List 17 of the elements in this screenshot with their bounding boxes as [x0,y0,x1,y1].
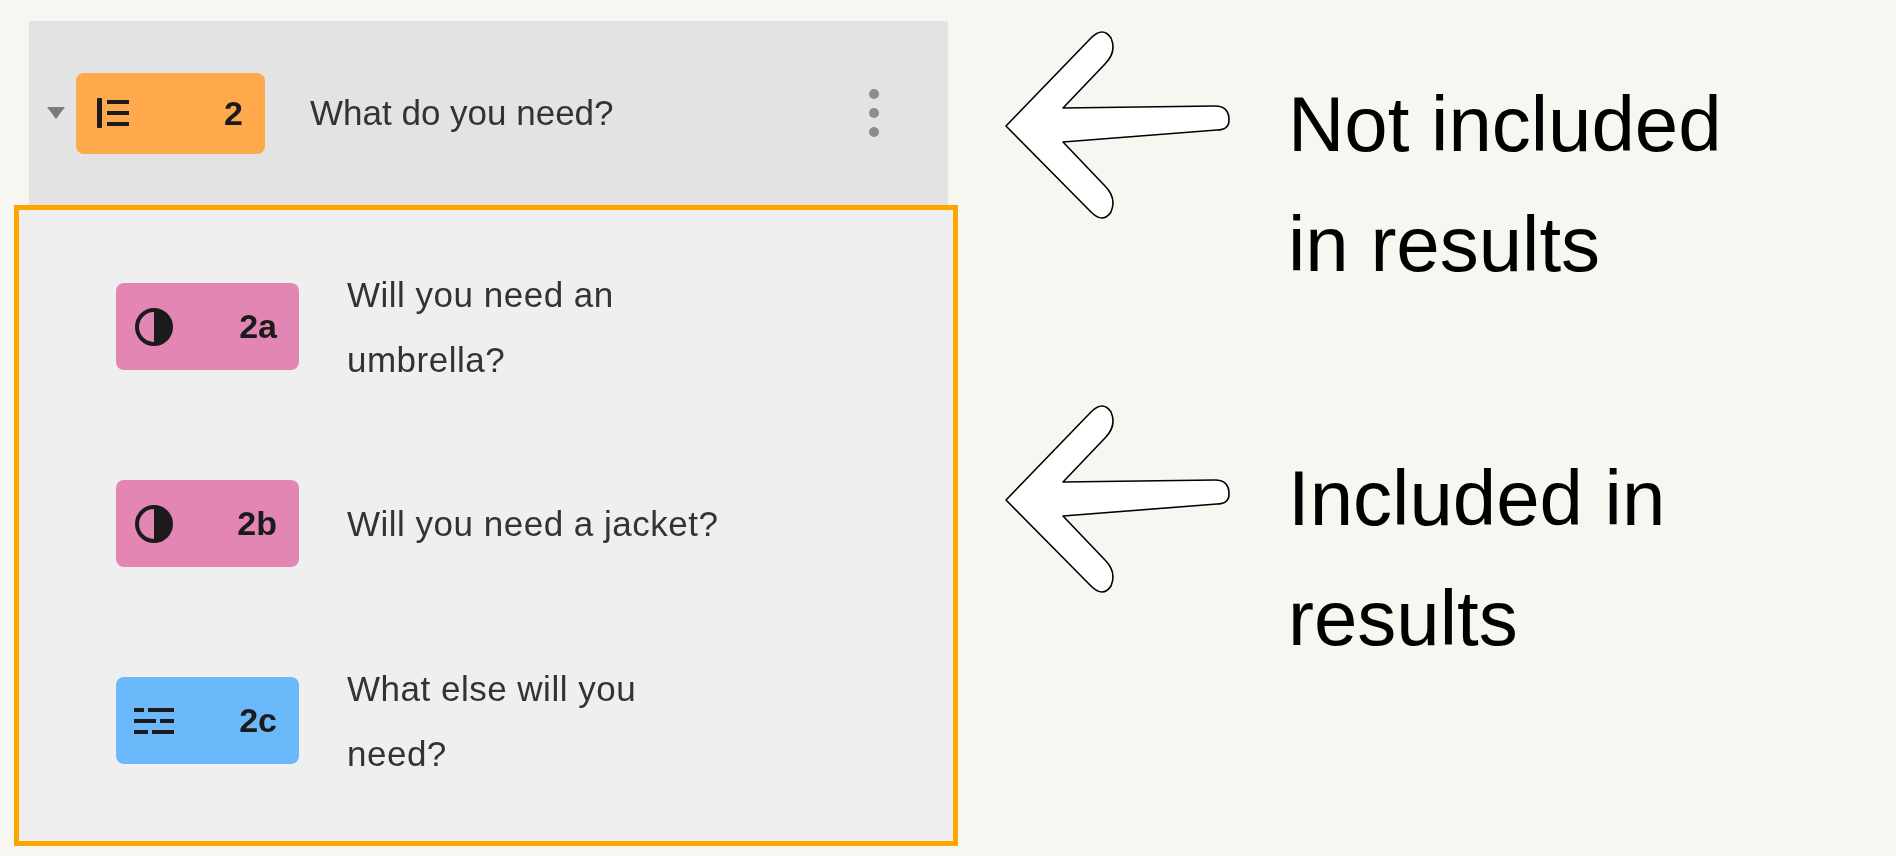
annotation-text: Included in results [1288,453,1667,664]
half-circle-icon [134,503,174,544]
question-title: Will you need an umbrella? [347,273,615,381]
annotation-text: Not included in results [1288,79,1723,290]
question-title: What do you need? [310,93,615,133]
question-number: 2b [237,504,277,543]
question-title: Will you need a jacket? [347,503,719,545]
half-circle-icon [134,306,174,347]
dashed-lines-icon [134,706,174,735]
list-icon [96,97,132,129]
question-group-header[interactable]: 2 What do you need? [29,21,948,205]
question-title: What else will you need? [347,667,638,775]
question-number: 2 [224,93,243,133]
more-options-icon[interactable] [868,88,880,138]
caret-icon[interactable] [46,106,66,120]
question-number: 2c [239,701,277,740]
question-number: 2a [239,307,277,346]
